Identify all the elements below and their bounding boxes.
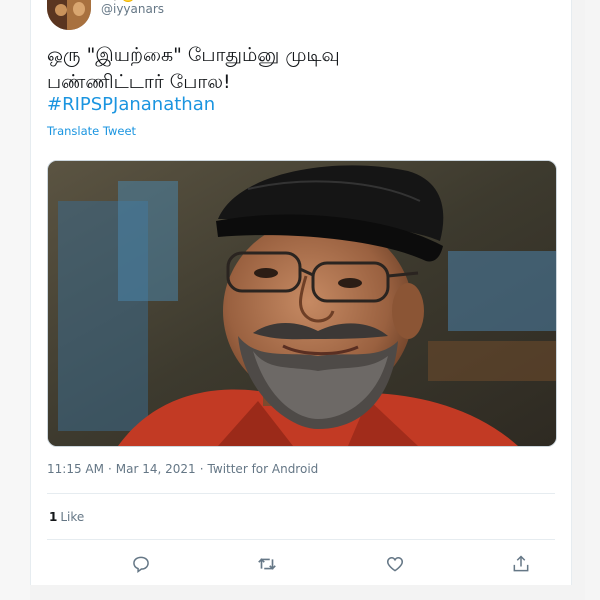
tweet-timestamp: 11:15 AM · Mar 14, 2021 · Twitter for An… bbox=[47, 462, 318, 476]
tweet-date[interactable]: Mar 14, 2021 bbox=[116, 462, 196, 476]
likes-label: Like bbox=[60, 510, 85, 524]
heart-icon[interactable] bbox=[383, 552, 407, 576]
tweet-text: ஒரு "இயற்கை" போதும்னு முடிவு பண்ணிட்டார்… bbox=[47, 42, 547, 96]
tweet-text-line-2: பண்ணிட்டார் போல! bbox=[47, 71, 231, 93]
more-options-icon[interactable]: ··· bbox=[537, 0, 555, 3]
separator-dot: · bbox=[107, 462, 112, 476]
tweet-photo[interactable] bbox=[47, 160, 557, 447]
divider-bottom bbox=[47, 539, 555, 540]
tweet-card: அ @iyyanars ··· ஒரு "இயற்கை" போதும்னு மு… bbox=[30, 0, 572, 585]
reply-icon[interactable] bbox=[129, 552, 153, 576]
tweet-time[interactable]: 11:15 AM bbox=[47, 462, 104, 476]
likes-count[interactable]: 1 Like bbox=[49, 510, 84, 524]
separator-dot: · bbox=[199, 462, 204, 476]
portrait-photo bbox=[48, 161, 556, 446]
tweet-actions bbox=[47, 542, 555, 573]
hashtag-link[interactable]: #RIPSPJananathan bbox=[47, 94, 215, 115]
right-gutter bbox=[585, 0, 600, 600]
share-icon[interactable] bbox=[509, 552, 533, 576]
avatar[interactable] bbox=[47, 0, 91, 30]
left-gutter bbox=[0, 0, 30, 600]
tweet-text-line-1: ஒரு "இயற்கை" போதும்னு முடிவு bbox=[47, 44, 340, 66]
page: அ @iyyanars ··· ஒரு "இயற்கை" போதும்னு மு… bbox=[0, 0, 600, 600]
tweet-source[interactable]: Twitter for Android bbox=[208, 462, 319, 476]
retweet-icon[interactable] bbox=[255, 552, 279, 576]
divider-top bbox=[47, 493, 555, 494]
author-handle[interactable]: @iyyanars bbox=[101, 2, 164, 16]
likes-number: 1 bbox=[49, 510, 58, 524]
translate-tweet-link[interactable]: Translate Tweet bbox=[47, 124, 136, 138]
